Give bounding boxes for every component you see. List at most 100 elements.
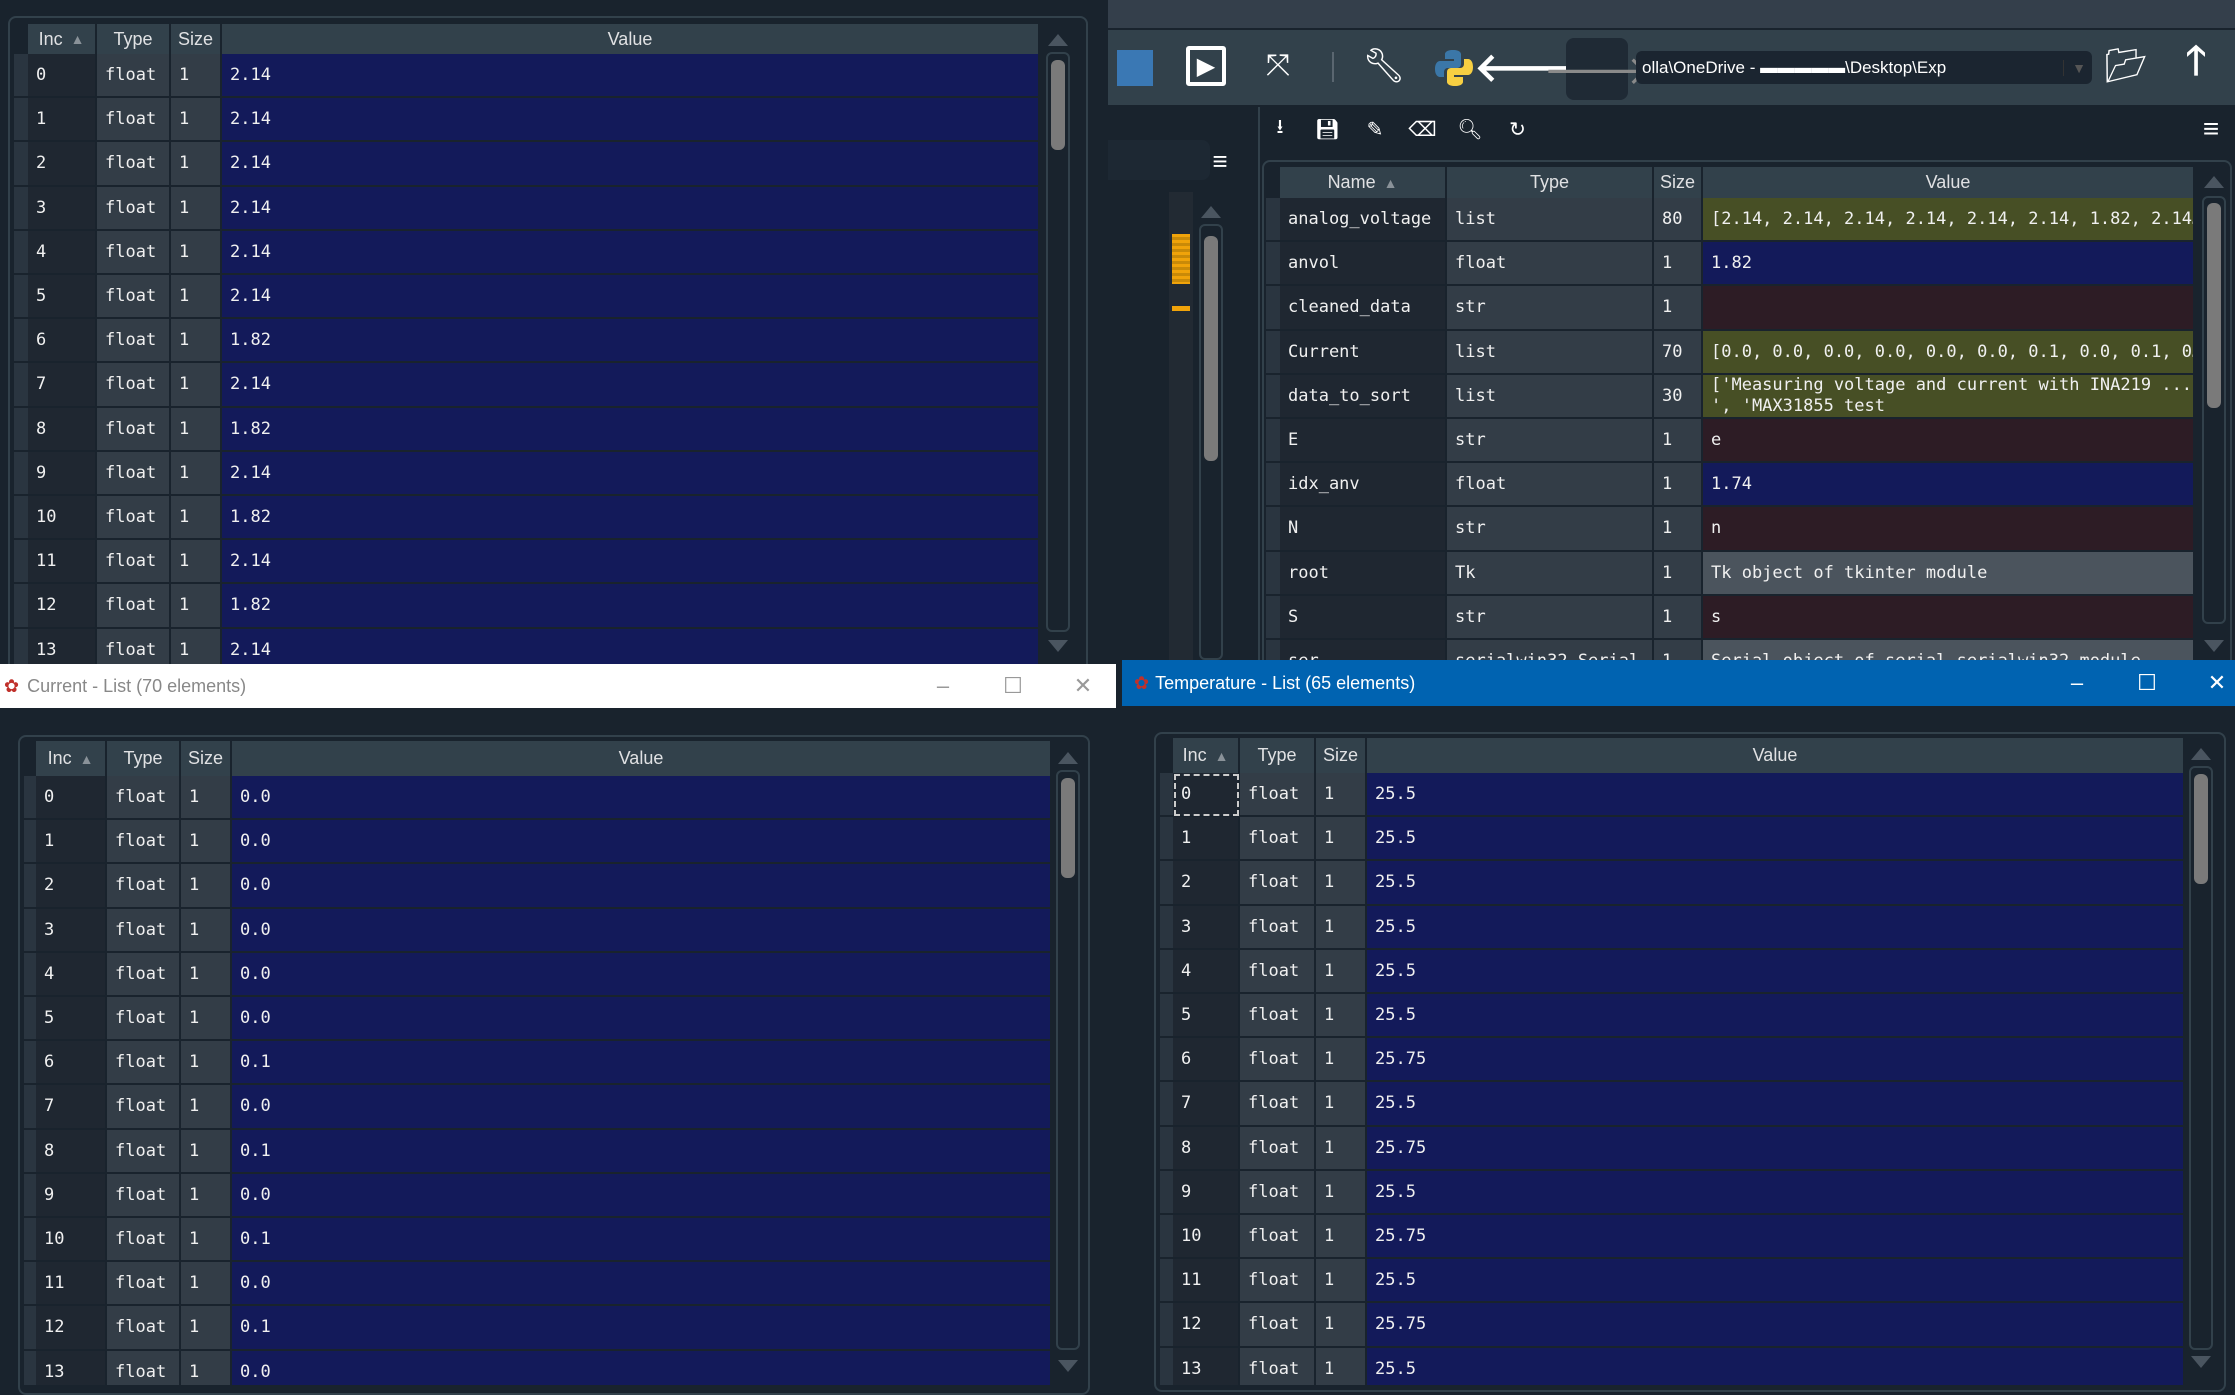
row-size-cell[interactable]: 1 (181, 952, 232, 997)
row-value-cell[interactable]: 25.5 (1367, 1259, 2185, 1304)
row-value-cell[interactable]: 2.14 (222, 540, 1040, 585)
row-type-cell[interactable]: float (1240, 1347, 1316, 1385)
row-index-cell[interactable]: 5 (36, 997, 107, 1042)
row-type-cell[interactable]: float (1240, 1126, 1316, 1171)
row-index-cell[interactable]: 7 (1173, 1082, 1240, 1127)
refresh-icon[interactable]: ↻ (1501, 112, 1535, 146)
import-data-icon[interactable]: ⭳ (1263, 112, 1297, 146)
row-size-cell[interactable]: 80 (1654, 198, 1703, 243)
row-value-cell[interactable]: 1.82 (222, 407, 1040, 452)
row-index-cell[interactable]: 1 (36, 820, 107, 865)
row-index-cell[interactable]: 3 (28, 186, 97, 231)
row-type-cell[interactable]: float (97, 275, 171, 320)
row-type-cell[interactable]: float (1240, 1259, 1316, 1304)
row-size-cell[interactable]: 1 (171, 142, 222, 187)
row-type-cell[interactable]: float (107, 1173, 181, 1218)
column-header-size[interactable]: Size (181, 741, 232, 776)
row-value-cell[interactable]: 25.5 (1367, 1347, 2185, 1385)
row-index-cell[interactable]: 13 (1173, 1347, 1240, 1385)
row-value-cell[interactable]: 0.0 (232, 864, 1052, 909)
row-value-cell[interactable]: 2.14 (222, 628, 1040, 664)
row-type-cell[interactable]: float (97, 230, 171, 275)
row-size-cell[interactable]: 1 (181, 864, 232, 909)
column-header-value[interactable]: Value (222, 24, 1040, 54)
row-size-cell[interactable]: 1 (1316, 773, 1367, 818)
row-type-cell[interactable]: list (1447, 330, 1654, 375)
stop-icon[interactable] (1117, 50, 1153, 86)
save-icon[interactable]: 💾︎ (1311, 112, 1345, 146)
maximize-button[interactable]: ☐ (2132, 660, 2162, 706)
save-as-icon[interactable]: ✎ (1358, 112, 1392, 146)
row-index-cell[interactable]: 0 (36, 776, 107, 821)
row-type-cell[interactable]: float (1240, 949, 1316, 994)
row-size-cell[interactable]: 1 (171, 584, 222, 629)
row-value-cell[interactable]: 2.14 (222, 275, 1040, 320)
row-size-cell[interactable]: 1 (171, 54, 222, 99)
row-type-cell[interactable]: str (1447, 507, 1654, 552)
scroll-up-icon[interactable] (2204, 176, 2224, 188)
row-size-cell[interactable]: 1 (1654, 463, 1703, 508)
column-header-type[interactable]: Type (97, 24, 171, 54)
row-index-cell[interactable]: 0 (28, 54, 97, 99)
maximize-icon[interactable]: ⤧ (1258, 46, 1298, 86)
row-value-cell[interactable]: 2.14 (222, 186, 1040, 231)
row-type-cell[interactable]: float (97, 98, 171, 143)
column-header-value[interactable]: Value (1703, 167, 2195, 198)
row-index-cell[interactable]: 9 (36, 1173, 107, 1218)
row-size-cell[interactable]: 1 (171, 98, 222, 143)
row-size-cell[interactable]: 1 (1316, 994, 1367, 1039)
row-type-cell[interactable]: float (107, 864, 181, 909)
scroll-up-icon[interactable] (1058, 752, 1078, 764)
row-type-cell[interactable]: float (107, 997, 181, 1042)
row-index-cell[interactable]: ser (1280, 640, 1447, 660)
row-value-cell[interactable]: s (1703, 595, 2195, 640)
row-index-cell[interactable]: 5 (28, 275, 97, 320)
row-type-cell[interactable]: serialwin32.Serial (1447, 640, 1654, 660)
temperature-window-titlebar[interactable]: ✿ Temperature - List (65 elements) – ☐ ✕ (1122, 660, 2235, 706)
row-type-cell[interactable]: float (97, 628, 171, 664)
row-type-cell[interactable]: Tk (1447, 551, 1654, 596)
row-value-cell[interactable]: 25.75 (1367, 1126, 2185, 1171)
row-value-cell[interactable]: 0.0 (232, 1173, 1052, 1218)
row-index-cell[interactable]: 11 (36, 1262, 107, 1307)
row-type-cell[interactable]: float (1447, 463, 1654, 508)
row-index-cell[interactable]: 11 (1173, 1259, 1240, 1304)
menu-icon[interactable]: ≡ (1200, 144, 1240, 178)
row-type-cell[interactable]: float (107, 1306, 181, 1351)
row-size-cell[interactable]: 30 (1654, 374, 1703, 419)
row-type-cell[interactable]: str (1447, 286, 1654, 331)
row-index-cell[interactable]: 9 (28, 451, 97, 496)
row-type-cell[interactable]: float (1240, 1303, 1316, 1348)
column-header-type[interactable]: Type (1240, 738, 1316, 773)
row-value-cell[interactable]: 2.14 (222, 451, 1040, 496)
scroll-down-icon[interactable] (2204, 640, 2224, 652)
row-size-cell[interactable]: 1 (1316, 1126, 1367, 1171)
row-type-cell[interactable]: float (107, 1129, 181, 1174)
column-header-inc[interactable]: Inc ▲ (28, 24, 97, 54)
row-size-cell[interactable]: 1 (171, 451, 222, 496)
row-value-cell[interactable]: 0.1 (232, 1041, 1052, 1086)
row-size-cell[interactable]: 1 (181, 1262, 232, 1307)
row-size-cell[interactable]: 1 (171, 319, 222, 364)
row-type-cell[interactable]: float (1240, 773, 1316, 818)
row-index-cell[interactable]: 1 (1173, 817, 1240, 862)
row-size-cell[interactable]: 1 (181, 1306, 232, 1351)
row-value-cell[interactable]: e (1703, 419, 2195, 464)
row-size-cell[interactable]: 1 (1316, 817, 1367, 862)
row-value-cell[interactable]: 0.0 (232, 952, 1052, 997)
row-size-cell[interactable]: 1 (181, 997, 232, 1042)
row-size-cell[interactable]: 1 (1654, 286, 1703, 331)
row-value-cell[interactable]: 25.5 (1367, 905, 2185, 950)
row-index-cell[interactable]: 0 (1173, 773, 1240, 818)
row-value-cell[interactable]: 25.75 (1367, 1038, 2185, 1083)
temperature-scrollbar[interactable] (2189, 766, 2213, 1350)
current-scrollbar[interactable] (1056, 770, 1080, 1350)
row-type-cell[interactable]: float (97, 142, 171, 187)
row-value-cell[interactable]: ['Measuring voltage and current with INA… (1703, 374, 2195, 419)
forward-arrow-icon[interactable]: 🡒 (1543, 38, 1651, 100)
column-header-name[interactable]: Name ▲ (1280, 167, 1447, 198)
row-index-cell[interactable]: 4 (28, 230, 97, 275)
row-size-cell[interactable]: 1 (1316, 861, 1367, 906)
row-type-cell[interactable]: float (1240, 1170, 1316, 1215)
column-header-size[interactable]: Size (1654, 167, 1703, 198)
